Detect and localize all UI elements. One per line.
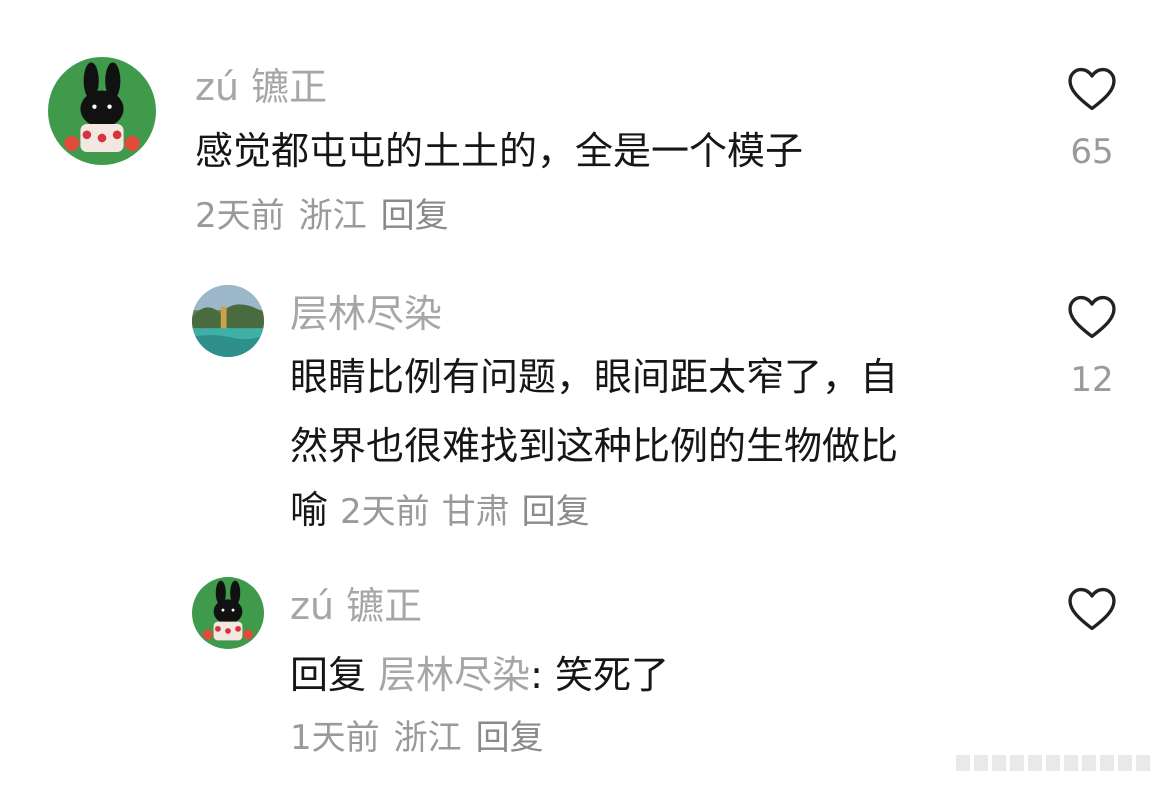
avatar[interactable]	[192, 577, 264, 649]
comment-location: 甘肃	[441, 492, 510, 532]
avatar[interactable]	[192, 285, 264, 357]
comment-meta: 1天前 浙江 回复	[290, 716, 544, 760]
mention-link[interactable]: 层林尽染	[378, 653, 530, 697]
comment-text: 回复 层林尽染: 笑死了	[290, 650, 669, 700]
comment-text-line: 喻 2天前 甘肃 回复	[290, 485, 590, 537]
like-count: 65	[1070, 132, 1114, 172]
heart-icon[interactable]	[1066, 586, 1118, 632]
comment-meta: 2天前 甘肃 回复	[328, 492, 590, 532]
comment-time: 1天前	[290, 718, 380, 758]
landscape-avatar-icon	[192, 285, 264, 357]
reply-separator: :	[530, 653, 543, 697]
miffy-avatar-icon	[192, 577, 264, 649]
comment-meta: 2天前 浙江 回复	[195, 194, 449, 238]
comment-text-line: 眼睛比例有问题，眼间距太窄了，自	[290, 355, 899, 399]
comment-text-line: 然界也很难找到这种比例的生物做比	[290, 424, 899, 468]
avatar[interactable]	[48, 57, 156, 165]
comment-author[interactable]: zú 镳正	[290, 583, 422, 629]
watermark-icon	[956, 755, 1150, 771]
comment-time: 2天前	[195, 196, 285, 236]
comment-time: 2天前	[340, 492, 430, 532]
reply-text: 笑死了	[555, 653, 670, 697]
reply-button[interactable]: 回复	[522, 492, 590, 532]
comment-author[interactable]: zú 镳正	[195, 64, 327, 110]
like-count: 12	[1070, 360, 1114, 400]
miffy-avatar-icon	[48, 57, 156, 165]
heart-icon[interactable]	[1066, 66, 1118, 112]
reply-prefix: 回复	[290, 653, 367, 697]
reply-button[interactable]: 回复	[476, 718, 544, 758]
comment-location: 浙江	[298, 196, 367, 236]
heart-icon[interactable]	[1066, 294, 1118, 340]
comment-text-tail: 喻	[290, 488, 329, 532]
comment-location: 浙江	[393, 718, 462, 758]
reply-button[interactable]: 回复	[381, 196, 449, 236]
comment-author[interactable]: 层林尽染	[290, 291, 442, 337]
comment-text: 感觉都屯屯的土土的，全是一个模子	[195, 129, 804, 173]
